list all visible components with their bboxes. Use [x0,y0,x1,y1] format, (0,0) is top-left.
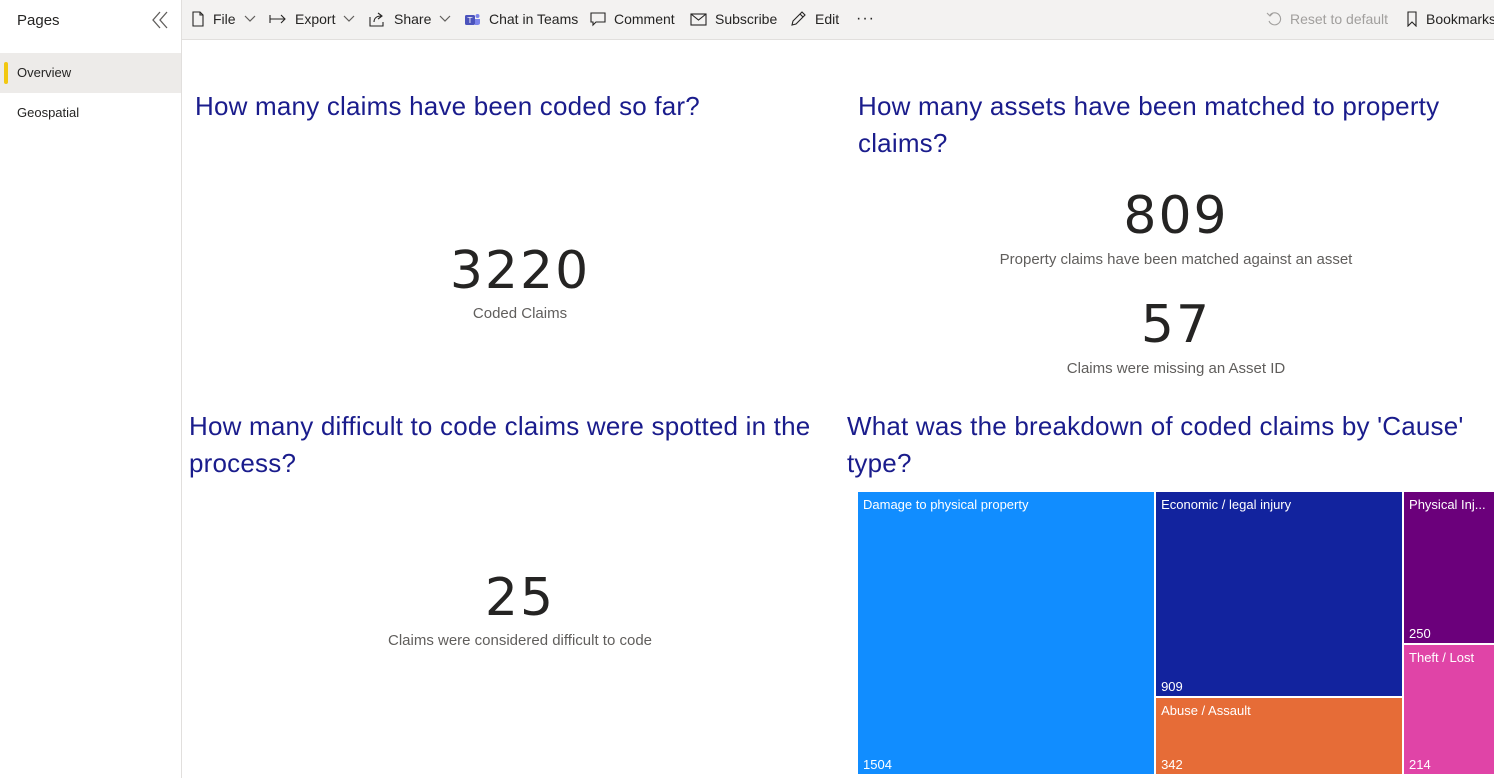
bookmarks-button[interactable]: Bookmarks [1406,0,1494,38]
share-label: Share [394,11,432,27]
treemap-tile[interactable]: Damage to physical property 1504 [857,491,1156,775]
more-options-button[interactable]: ··· [856,0,875,38]
cause-treemap: Damage to physical property 1504 Economic … [857,491,1494,775]
reset-to-default-label: Reset to default [1290,11,1389,27]
treemap-tile-label: Abuse / Assault [1161,703,1251,719]
chevron-down-icon [344,15,355,22]
comment-icon [590,11,606,26]
coded-claims-label: Coded Claims [472,305,568,322]
treemap-tile-value: 250 [1409,626,1431,642]
pencil-icon [791,11,806,26]
pages-pane: Pages Overview Geospatial [0,0,182,778]
chat-in-teams-label: Chat in Teams [489,11,579,27]
difficult-claims-value: 25 [484,568,556,628]
cause-breakdown-question: What was the breakdown of coded claims b… [847,411,1464,478]
active-page-indicator [4,62,8,84]
mail-icon [690,12,707,26]
coded-claims-value: 3220 [449,241,591,301]
treemap-tile-label: Damage to physical property [863,497,1029,512]
chevron-down-icon [439,15,451,22]
treemap-tile-value: 342 [1161,756,1183,772]
edit-label: Edit [815,11,840,27]
export-icon [269,14,286,24]
missing-asset-value: 57 [1140,295,1212,355]
subscribe-label: Subscribe [715,11,778,27]
treemap-tile-value: 909 [1161,679,1183,695]
chevron-down-icon [244,15,255,22]
share-icon [369,12,384,27]
treemap-tile[interactable]: Economic / legal injury 909 [1155,491,1404,698]
page-tab-overview[interactable]: Overview [0,53,181,93]
treemap-tile[interactable]: Physical Inj... 250 [1403,491,1494,645]
comment-button[interactable]: Comment [590,0,675,38]
chat-in-teams-button[interactable]: T Chat in Teams [464,0,578,38]
assets-matched-label: Property claims have been matched agains… [999,251,1353,268]
reset-to-default-button[interactable]: Reset to default [1266,0,1388,38]
subscribe-button[interactable]: Subscribe [690,0,777,38]
action-bar: File Export Share T Chat in Teams Commen… [182,0,1494,40]
export-label: Export [295,11,336,27]
comment-label: Comment [614,11,675,27]
treemap-tile-label: Physical Inj... [1409,497,1486,512]
treemap-tile[interactable]: Abuse / Assault 342 [1155,697,1404,775]
pages-pane-header: Pages [0,0,181,44]
share-menu-button[interactable]: Share [369,0,451,38]
pages-title: Pages [17,12,60,29]
treemap-tile-value: 214 [1409,756,1431,772]
page-tab-geospatial[interactable]: Geospatial [0,93,181,133]
page-tab-label: Geospatial [17,105,80,120]
treemap-tile[interactable]: Theft / Lost 214 [1403,644,1494,775]
difficult-claims-label: Claims were considered difficult to code [387,632,653,649]
difficult-claims-question: How many difficult to code claims were s… [189,411,811,478]
page-tab-label: Overview [17,65,72,80]
export-menu-button[interactable]: Export [269,0,355,38]
more-options-icon: ··· [856,10,875,27]
treemap-tile-label: Theft / Lost [1409,650,1475,666]
edit-button[interactable]: Edit [790,0,839,38]
treemap-tile-value: 1504 [863,757,892,772]
report-canvas: How many claims have been coded so far? … [183,41,1494,778]
file-label: File [213,11,236,27]
coded-claims-question: How many claims have been coded so far? [195,91,700,121]
reset-icon [1266,12,1282,26]
file-menu-button[interactable]: File [191,0,256,38]
file-icon [192,11,204,27]
treemap-tile-label: Economic / legal injury [1161,497,1292,512]
svg-text:T: T [467,16,473,25]
bookmarks-label: Bookmarks [1426,11,1494,27]
assets-matched-question: How many assets have been matched to pro… [858,91,1440,158]
missing-asset-label: Claims were missing an Asset ID [1066,360,1286,377]
collapse-pages-icon[interactable] [148,9,172,31]
bookmark-icon [1407,11,1417,27]
assets-matched-value: 809 [1123,186,1229,246]
teams-icon: T [465,13,480,25]
